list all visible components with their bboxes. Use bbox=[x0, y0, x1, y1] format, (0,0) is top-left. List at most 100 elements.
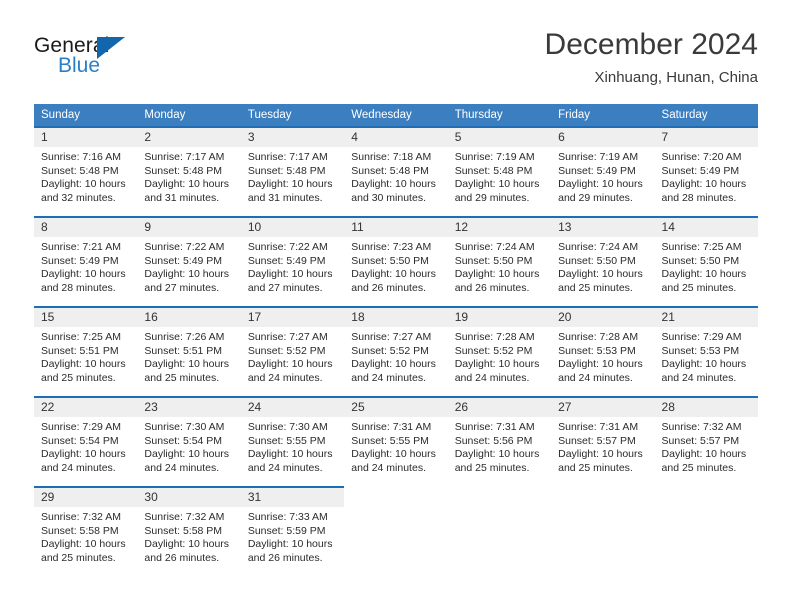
day-cell[interactable]: 4 Sunrise: 7:18 AM Sunset: 5:48 PM Dayli… bbox=[344, 126, 448, 217]
sunset-text: Sunset: 5:48 PM bbox=[144, 164, 223, 177]
day-cell[interactable]: 14 Sunrise: 7:25 AM Sunset: 5:50 PM Dayl… bbox=[654, 216, 758, 307]
day-cell[interactable]: 8 Sunrise: 7:21 AM Sunset: 5:49 PM Dayli… bbox=[34, 216, 138, 307]
daylight-text-line2: and 25 minutes. bbox=[661, 461, 737, 474]
sunset-text: Sunset: 5:50 PM bbox=[454, 254, 533, 267]
sunset-text: Sunset: 5:52 PM bbox=[454, 344, 533, 357]
day-number: 22 bbox=[34, 398, 138, 417]
sunset-text: Sunset: 5:48 PM bbox=[41, 164, 119, 177]
day-cell[interactable]: 31 Sunrise: 7:33 AM Sunset: 5:59 PM Dayl… bbox=[240, 486, 345, 577]
day-number: 14 bbox=[654, 218, 758, 237]
calendar-table: Sunday Monday Tuesday Wednesday Thursday… bbox=[34, 104, 758, 577]
daylight-text-line2: and 29 minutes. bbox=[454, 191, 530, 204]
day-number: 25 bbox=[344, 398, 448, 417]
calendar-week-row: 15 Sunrise: 7:25 AM Sunset: 5:51 PM Dayl… bbox=[34, 306, 758, 397]
daylight-text-line1: Daylight: 10 hours bbox=[41, 538, 126, 550]
day-details: Sunrise: 7:24 AM Sunset: 5:50 PM Dayligh… bbox=[551, 237, 654, 295]
weekday-header-friday: Friday bbox=[551, 104, 655, 127]
day-cell[interactable]: 15 Sunrise: 7:25 AM Sunset: 5:51 PM Dayl… bbox=[34, 306, 138, 397]
day-number: 24 bbox=[240, 398, 345, 417]
day-number: 29 bbox=[34, 488, 138, 507]
day-cell[interactable]: 1 Sunrise: 7:16 AM Sunset: 5:48 PM Dayli… bbox=[34, 126, 138, 217]
sunrise-text: Sunrise: 7:18 AM bbox=[351, 151, 432, 163]
day-cell[interactable]: 6 Sunrise: 7:19 AM Sunset: 5:49 PM Dayli… bbox=[551, 126, 655, 217]
sunrise-text: Sunrise: 7:25 AM bbox=[661, 241, 742, 253]
day-cell[interactable]: 12 Sunrise: 7:24 AM Sunset: 5:50 PM Dayl… bbox=[447, 216, 552, 307]
daylight-text-line1: Daylight: 10 hours bbox=[144, 448, 230, 460]
day-details: Sunrise: 7:24 AM Sunset: 5:50 PM Dayligh… bbox=[448, 237, 551, 295]
day-number: 16 bbox=[137, 308, 241, 327]
day-cell[interactable]: 9 Sunrise: 7:22 AM Sunset: 5:49 PM Dayli… bbox=[137, 216, 241, 307]
daylight-text-line1: Daylight: 10 hours bbox=[558, 358, 643, 370]
day-cell[interactable]: 23 Sunrise: 7:30 AM Sunset: 5:54 PM Dayl… bbox=[137, 396, 241, 487]
day-cell[interactable]: 27 Sunrise: 7:31 AM Sunset: 5:57 PM Dayl… bbox=[551, 396, 655, 487]
sunrise-text: Sunrise: 7:29 AM bbox=[41, 421, 121, 433]
logo-text-blue: Blue bbox=[58, 54, 101, 77]
day-details: Sunrise: 7:22 AM Sunset: 5:49 PM Dayligh… bbox=[241, 237, 344, 295]
daylight-text-line2: and 32 minutes. bbox=[41, 191, 116, 204]
day-cell[interactable]: 22 Sunrise: 7:29 AM Sunset: 5:54 PM Dayl… bbox=[34, 396, 138, 487]
day-cell[interactable]: 2 Sunrise: 7:17 AM Sunset: 5:48 PM Dayli… bbox=[137, 126, 241, 217]
day-cell[interactable]: 26 Sunrise: 7:31 AM Sunset: 5:56 PM Dayl… bbox=[447, 396, 552, 487]
daylight-text-line2: and 25 minutes. bbox=[41, 371, 116, 384]
day-cell[interactable]: 19 Sunrise: 7:28 AM Sunset: 5:52 PM Dayl… bbox=[447, 306, 552, 397]
daylight-text-line2: and 25 minutes. bbox=[661, 281, 737, 294]
day-cell[interactable]: 24 Sunrise: 7:30 AM Sunset: 5:55 PM Dayl… bbox=[240, 396, 345, 487]
daylight-text-line1: Daylight: 10 hours bbox=[454, 178, 540, 190]
day-cell[interactable]: 20 Sunrise: 7:28 AM Sunset: 5:53 PM Dayl… bbox=[551, 306, 655, 397]
sunset-text: Sunset: 5:49 PM bbox=[144, 254, 223, 267]
day-details: Sunrise: 7:30 AM Sunset: 5:55 PM Dayligh… bbox=[241, 417, 344, 475]
daylight-text-line1: Daylight: 10 hours bbox=[351, 448, 436, 460]
sunrise-text: Sunrise: 7:28 AM bbox=[454, 331, 535, 343]
daylight-text-line1: Daylight: 10 hours bbox=[454, 268, 540, 280]
day-number: 10 bbox=[240, 218, 345, 237]
day-number: 6 bbox=[551, 128, 655, 147]
sunset-text: Sunset: 5:54 PM bbox=[41, 434, 119, 447]
day-number: 20 bbox=[551, 308, 655, 327]
day-number bbox=[655, 487, 758, 506]
day-number: 9 bbox=[137, 218, 241, 237]
day-cell-empty bbox=[448, 487, 551, 577]
daylight-text-line2: and 24 minutes. bbox=[247, 461, 323, 474]
day-cell[interactable]: 10 Sunrise: 7:22 AM Sunset: 5:49 PM Dayl… bbox=[240, 216, 345, 307]
day-cell[interactable]: 21 Sunrise: 7:29 AM Sunset: 5:53 PM Dayl… bbox=[654, 306, 758, 397]
daylight-text-line1: Daylight: 10 hours bbox=[661, 358, 747, 370]
day-details: Sunrise: 7:23 AM Sunset: 5:50 PM Dayligh… bbox=[344, 237, 447, 295]
day-cell[interactable]: 30 Sunrise: 7:32 AM Sunset: 5:58 PM Dayl… bbox=[137, 486, 241, 577]
day-details: Sunrise: 7:28 AM Sunset: 5:53 PM Dayligh… bbox=[551, 327, 654, 385]
day-cell[interactable]: 13 Sunrise: 7:24 AM Sunset: 5:50 PM Dayl… bbox=[551, 216, 655, 307]
daylight-text-line1: Daylight: 10 hours bbox=[247, 448, 333, 460]
day-cell[interactable]: 18 Sunrise: 7:27 AM Sunset: 5:52 PM Dayl… bbox=[344, 306, 448, 397]
page-title: December 2024 bbox=[544, 28, 758, 61]
sunset-text: Sunset: 5:58 PM bbox=[144, 524, 223, 537]
sunset-text: Sunset: 5:49 PM bbox=[247, 254, 326, 267]
weekday-header-sunday: Sunday bbox=[34, 104, 138, 127]
day-cell-empty bbox=[551, 487, 654, 577]
day-details: Sunrise: 7:27 AM Sunset: 5:52 PM Dayligh… bbox=[241, 327, 344, 385]
day-number: 4 bbox=[344, 128, 448, 147]
daylight-text-line2: and 26 minutes. bbox=[454, 281, 530, 294]
daylight-text-line1: Daylight: 10 hours bbox=[247, 358, 333, 370]
day-cell[interactable]: 3 Sunrise: 7:17 AM Sunset: 5:48 PM Dayli… bbox=[240, 126, 345, 217]
day-cell[interactable]: 28 Sunrise: 7:32 AM Sunset: 5:57 PM Dayl… bbox=[654, 396, 758, 487]
day-cell[interactable]: 7 Sunrise: 7:20 AM Sunset: 5:49 PM Dayli… bbox=[654, 126, 758, 217]
day-cell[interactable]: 11 Sunrise: 7:23 AM Sunset: 5:50 PM Dayl… bbox=[344, 216, 448, 307]
daylight-text-line2: and 24 minutes. bbox=[351, 371, 426, 384]
sunrise-text: Sunrise: 7:32 AM bbox=[661, 421, 742, 433]
weekday-header-saturday: Saturday bbox=[654, 104, 758, 127]
day-number: 18 bbox=[344, 308, 448, 327]
day-cell[interactable]: 17 Sunrise: 7:27 AM Sunset: 5:52 PM Dayl… bbox=[240, 306, 345, 397]
daylight-text-line2: and 25 minutes. bbox=[454, 461, 530, 474]
day-cell[interactable]: 16 Sunrise: 7:26 AM Sunset: 5:51 PM Dayl… bbox=[137, 306, 241, 397]
day-number: 31 bbox=[240, 488, 345, 507]
daylight-text-line1: Daylight: 10 hours bbox=[41, 358, 126, 370]
daylight-text-line2: and 29 minutes. bbox=[558, 191, 633, 204]
sunset-text: Sunset: 5:59 PM bbox=[247, 524, 326, 537]
sunrise-text: Sunrise: 7:19 AM bbox=[454, 151, 535, 163]
day-cell[interactable]: 25 Sunrise: 7:31 AM Sunset: 5:55 PM Dayl… bbox=[344, 396, 448, 487]
day-cell[interactable]: 29 Sunrise: 7:32 AM Sunset: 5:58 PM Dayl… bbox=[34, 486, 138, 577]
day-cell[interactable]: 5 Sunrise: 7:19 AM Sunset: 5:48 PM Dayli… bbox=[447, 126, 552, 217]
daylight-text-line2: and 26 minutes. bbox=[247, 551, 323, 564]
daylight-text-line2: and 27 minutes. bbox=[144, 281, 220, 294]
day-number: 11 bbox=[344, 218, 448, 237]
day-number: 7 bbox=[654, 128, 758, 147]
